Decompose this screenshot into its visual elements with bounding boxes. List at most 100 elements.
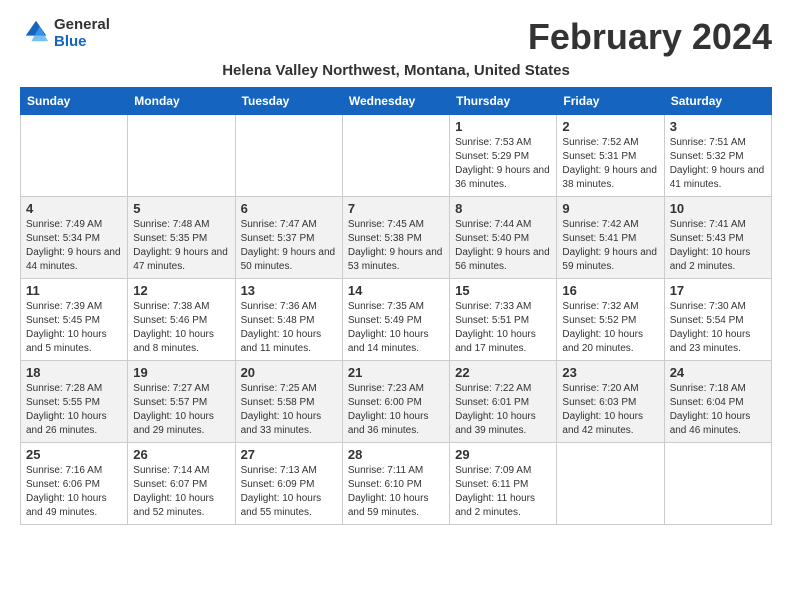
day-info: Sunrise: 7:27 AM Sunset: 5:57 PM Dayligh… (133, 382, 229, 438)
calendar-cell: 26 Sunrise: 7:14 AM Sunset: 6:07 PM Dayli… (128, 443, 235, 525)
calendar-cell: 7Sunrise: 7:45 AM Sunset: 5:38 PM Daylig… (342, 197, 449, 279)
calendar-cell: 17 Sunrise: 7:30 AM Sunset: 5:54 PM Dayli… (664, 279, 771, 361)
day-info: Sunrise: 7:45 AM Sunset: 5:38 PM Dayligh… (348, 218, 444, 274)
day-number: 18 (26, 365, 122, 380)
day-number: 25 (26, 447, 122, 462)
day-info: Sunrise: 7:20 AM Sunset: 6:03 PM Dayligh… (562, 382, 658, 438)
day-info: Sunrise: 7:39 AM Sunset: 5:45 PM Dayligh… (26, 300, 122, 356)
calendar-cell (557, 443, 664, 525)
day-info: Sunrise: 7:36 AM Sunset: 5:48 PM Dayligh… (241, 300, 337, 356)
calendar-week-row: 4Sunrise: 7:49 AM Sunset: 5:34 PM Daylig… (21, 197, 772, 279)
day-info: Sunrise: 7:49 AM Sunset: 5:34 PM Dayligh… (26, 218, 122, 274)
calendar-cell (128, 115, 235, 197)
day-number: 22 (455, 365, 551, 380)
calendar-cell: 12 Sunrise: 7:38 AM Sunset: 5:46 PM Dayli… (128, 279, 235, 361)
day-number: 20 (241, 365, 337, 380)
day-number: 1 (455, 119, 551, 134)
calendar-cell: 8 Sunrise: 7:44 AM Sunset: 5:40 PM Daylig… (450, 197, 557, 279)
calendar-cell: 1 Sunrise: 7:53 AM Sunset: 5:29 PM Daylig… (450, 115, 557, 197)
day-number: 8 (455, 201, 551, 216)
calendar-week-row: 11 Sunrise: 7:39 AM Sunset: 5:45 PM Dayli… (21, 279, 772, 361)
day-number: 29 (455, 447, 551, 462)
day-info: Sunrise: 7:35 AM Sunset: 5:49 PM Dayligh… (348, 300, 444, 356)
calendar-cell: 15 Sunrise: 7:33 AM Sunset: 5:51 PM Dayli… (450, 279, 557, 361)
day-number: 17 (670, 283, 766, 298)
day-info: Sunrise: 7:41 AM Sunset: 5:43 PM Dayligh… (670, 218, 766, 274)
weekday-header-wednesday: Wednesday (342, 88, 449, 115)
calendar-cell: 13 Sunrise: 7:36 AM Sunset: 5:48 PM Dayli… (235, 279, 342, 361)
day-info: Sunrise: 7:53 AM Sunset: 5:29 PM Dayligh… (455, 136, 551, 192)
weekday-header-monday: Monday (128, 88, 235, 115)
calendar-cell: 22 Sunrise: 7:22 AM Sunset: 6:01 PM Dayli… (450, 361, 557, 443)
calendar-cell: 2 Sunrise: 7:52 AM Sunset: 5:31 PM Daylig… (557, 115, 664, 197)
calendar-cell (342, 115, 449, 197)
day-info: Sunrise: 7:51 AM Sunset: 5:32 PM Dayligh… (670, 136, 766, 192)
calendar-cell: 11 Sunrise: 7:39 AM Sunset: 5:45 PM Dayli… (21, 279, 128, 361)
calendar-cell: 20 Sunrise: 7:25 AM Sunset: 5:58 PM Dayli… (235, 361, 342, 443)
calendar-cell: 29 Sunrise: 7:09 AM Sunset: 6:11 PM Dayli… (450, 443, 557, 525)
day-info: Sunrise: 7:38 AM Sunset: 5:46 PM Dayligh… (133, 300, 229, 356)
day-info: Sunrise: 7:11 AM Sunset: 6:10 PM Dayligh… (348, 464, 444, 520)
day-number: 5 (133, 201, 229, 216)
day-number: 23 (562, 365, 658, 380)
day-number: 9 (562, 201, 658, 216)
calendar-cell: 27 Sunrise: 7:13 AM Sunset: 6:09 PM Dayli… (235, 443, 342, 525)
day-number: 12 (133, 283, 229, 298)
calendar-cell: 18Sunrise: 7:28 AM Sunset: 5:55 PM Dayli… (21, 361, 128, 443)
calendar-cell: 9 Sunrise: 7:42 AM Sunset: 5:41 PM Daylig… (557, 197, 664, 279)
day-number: 16 (562, 283, 658, 298)
day-number: 14 (348, 283, 444, 298)
calendar-cell: 19 Sunrise: 7:27 AM Sunset: 5:57 PM Dayli… (128, 361, 235, 443)
calendar-cell (664, 443, 771, 525)
calendar-cell: 5 Sunrise: 7:48 AM Sunset: 5:35 PM Daylig… (128, 197, 235, 279)
calendar-week-row: 1 Sunrise: 7:53 AM Sunset: 5:29 PM Daylig… (21, 115, 772, 197)
day-number: 15 (455, 283, 551, 298)
day-info: Sunrise: 7:23 AM Sunset: 6:00 PM Dayligh… (348, 382, 444, 438)
day-info: Sunrise: 7:25 AM Sunset: 5:58 PM Dayligh… (241, 382, 337, 438)
calendar-cell: 10Sunrise: 7:41 AM Sunset: 5:43 PM Dayli… (664, 197, 771, 279)
day-number: 26 (133, 447, 229, 462)
calendar-cell (235, 115, 342, 197)
month-title: February 2024 (528, 16, 772, 58)
day-info: Sunrise: 7:42 AM Sunset: 5:41 PM Dayligh… (562, 218, 658, 274)
logo-icon (22, 17, 50, 45)
day-number: 19 (133, 365, 229, 380)
weekday-header-row: SundayMondayTuesdayWednesdayThursdayFrid… (21, 88, 772, 115)
day-number: 21 (348, 365, 444, 380)
logo: General Blue (20, 16, 110, 50)
page-header: General Blue February 2024 (20, 16, 772, 58)
day-info: Sunrise: 7:30 AM Sunset: 5:54 PM Dayligh… (670, 300, 766, 356)
calendar-cell: 23 Sunrise: 7:20 AM Sunset: 6:03 PM Dayli… (557, 361, 664, 443)
day-info: Sunrise: 7:32 AM Sunset: 5:52 PM Dayligh… (562, 300, 658, 356)
day-number: 3 (670, 119, 766, 134)
calendar-cell: 21 Sunrise: 7:23 AM Sunset: 6:00 PM Dayli… (342, 361, 449, 443)
day-info: Sunrise: 7:44 AM Sunset: 5:40 PM Dayligh… (455, 218, 551, 274)
day-info: Sunrise: 7:22 AM Sunset: 6:01 PM Dayligh… (455, 382, 551, 438)
day-info: Sunrise: 7:48 AM Sunset: 5:35 PM Dayligh… (133, 218, 229, 274)
day-info: Sunrise: 7:09 AM Sunset: 6:11 PM Dayligh… (455, 464, 551, 520)
weekday-header-thursday: Thursday (450, 88, 557, 115)
calendar-cell: 3 Sunrise: 7:51 AM Sunset: 5:32 PM Daylig… (664, 115, 771, 197)
day-info: Sunrise: 7:47 AM Sunset: 5:37 PM Dayligh… (241, 218, 337, 274)
calendar-cell: 25 Sunrise: 7:16 AM Sunset: 6:06 PM Dayli… (21, 443, 128, 525)
day-info: Sunrise: 7:14 AM Sunset: 6:07 PM Dayligh… (133, 464, 229, 520)
logo-general: General (54, 16, 110, 33)
calendar-week-row: 25 Sunrise: 7:16 AM Sunset: 6:06 PM Dayli… (21, 443, 772, 525)
logo-blue: Blue (54, 33, 110, 50)
day-info: Sunrise: 7:13 AM Sunset: 6:09 PM Dayligh… (241, 464, 337, 520)
location-title: Helena Valley Northwest, Montana, United… (20, 62, 772, 79)
day-info: Sunrise: 7:16 AM Sunset: 6:06 PM Dayligh… (26, 464, 122, 520)
day-info: Sunrise: 7:33 AM Sunset: 5:51 PM Dayligh… (455, 300, 551, 356)
calendar-week-row: 18Sunrise: 7:28 AM Sunset: 5:55 PM Dayli… (21, 361, 772, 443)
calendar-cell: 16 Sunrise: 7:32 AM Sunset: 5:52 PM Dayli… (557, 279, 664, 361)
calendar-cell: 6Sunrise: 7:47 AM Sunset: 5:37 PM Daylig… (235, 197, 342, 279)
day-number: 13 (241, 283, 337, 298)
day-info: Sunrise: 7:52 AM Sunset: 5:31 PM Dayligh… (562, 136, 658, 192)
day-number: 11 (26, 283, 122, 298)
calendar-cell: 28Sunrise: 7:11 AM Sunset: 6:10 PM Dayli… (342, 443, 449, 525)
weekday-header-saturday: Saturday (664, 88, 771, 115)
day-number: 2 (562, 119, 658, 134)
calendar-cell: 14 Sunrise: 7:35 AM Sunset: 5:49 PM Dayli… (342, 279, 449, 361)
calendar-cell: 24Sunrise: 7:18 AM Sunset: 6:04 PM Dayli… (664, 361, 771, 443)
day-number: 27 (241, 447, 337, 462)
